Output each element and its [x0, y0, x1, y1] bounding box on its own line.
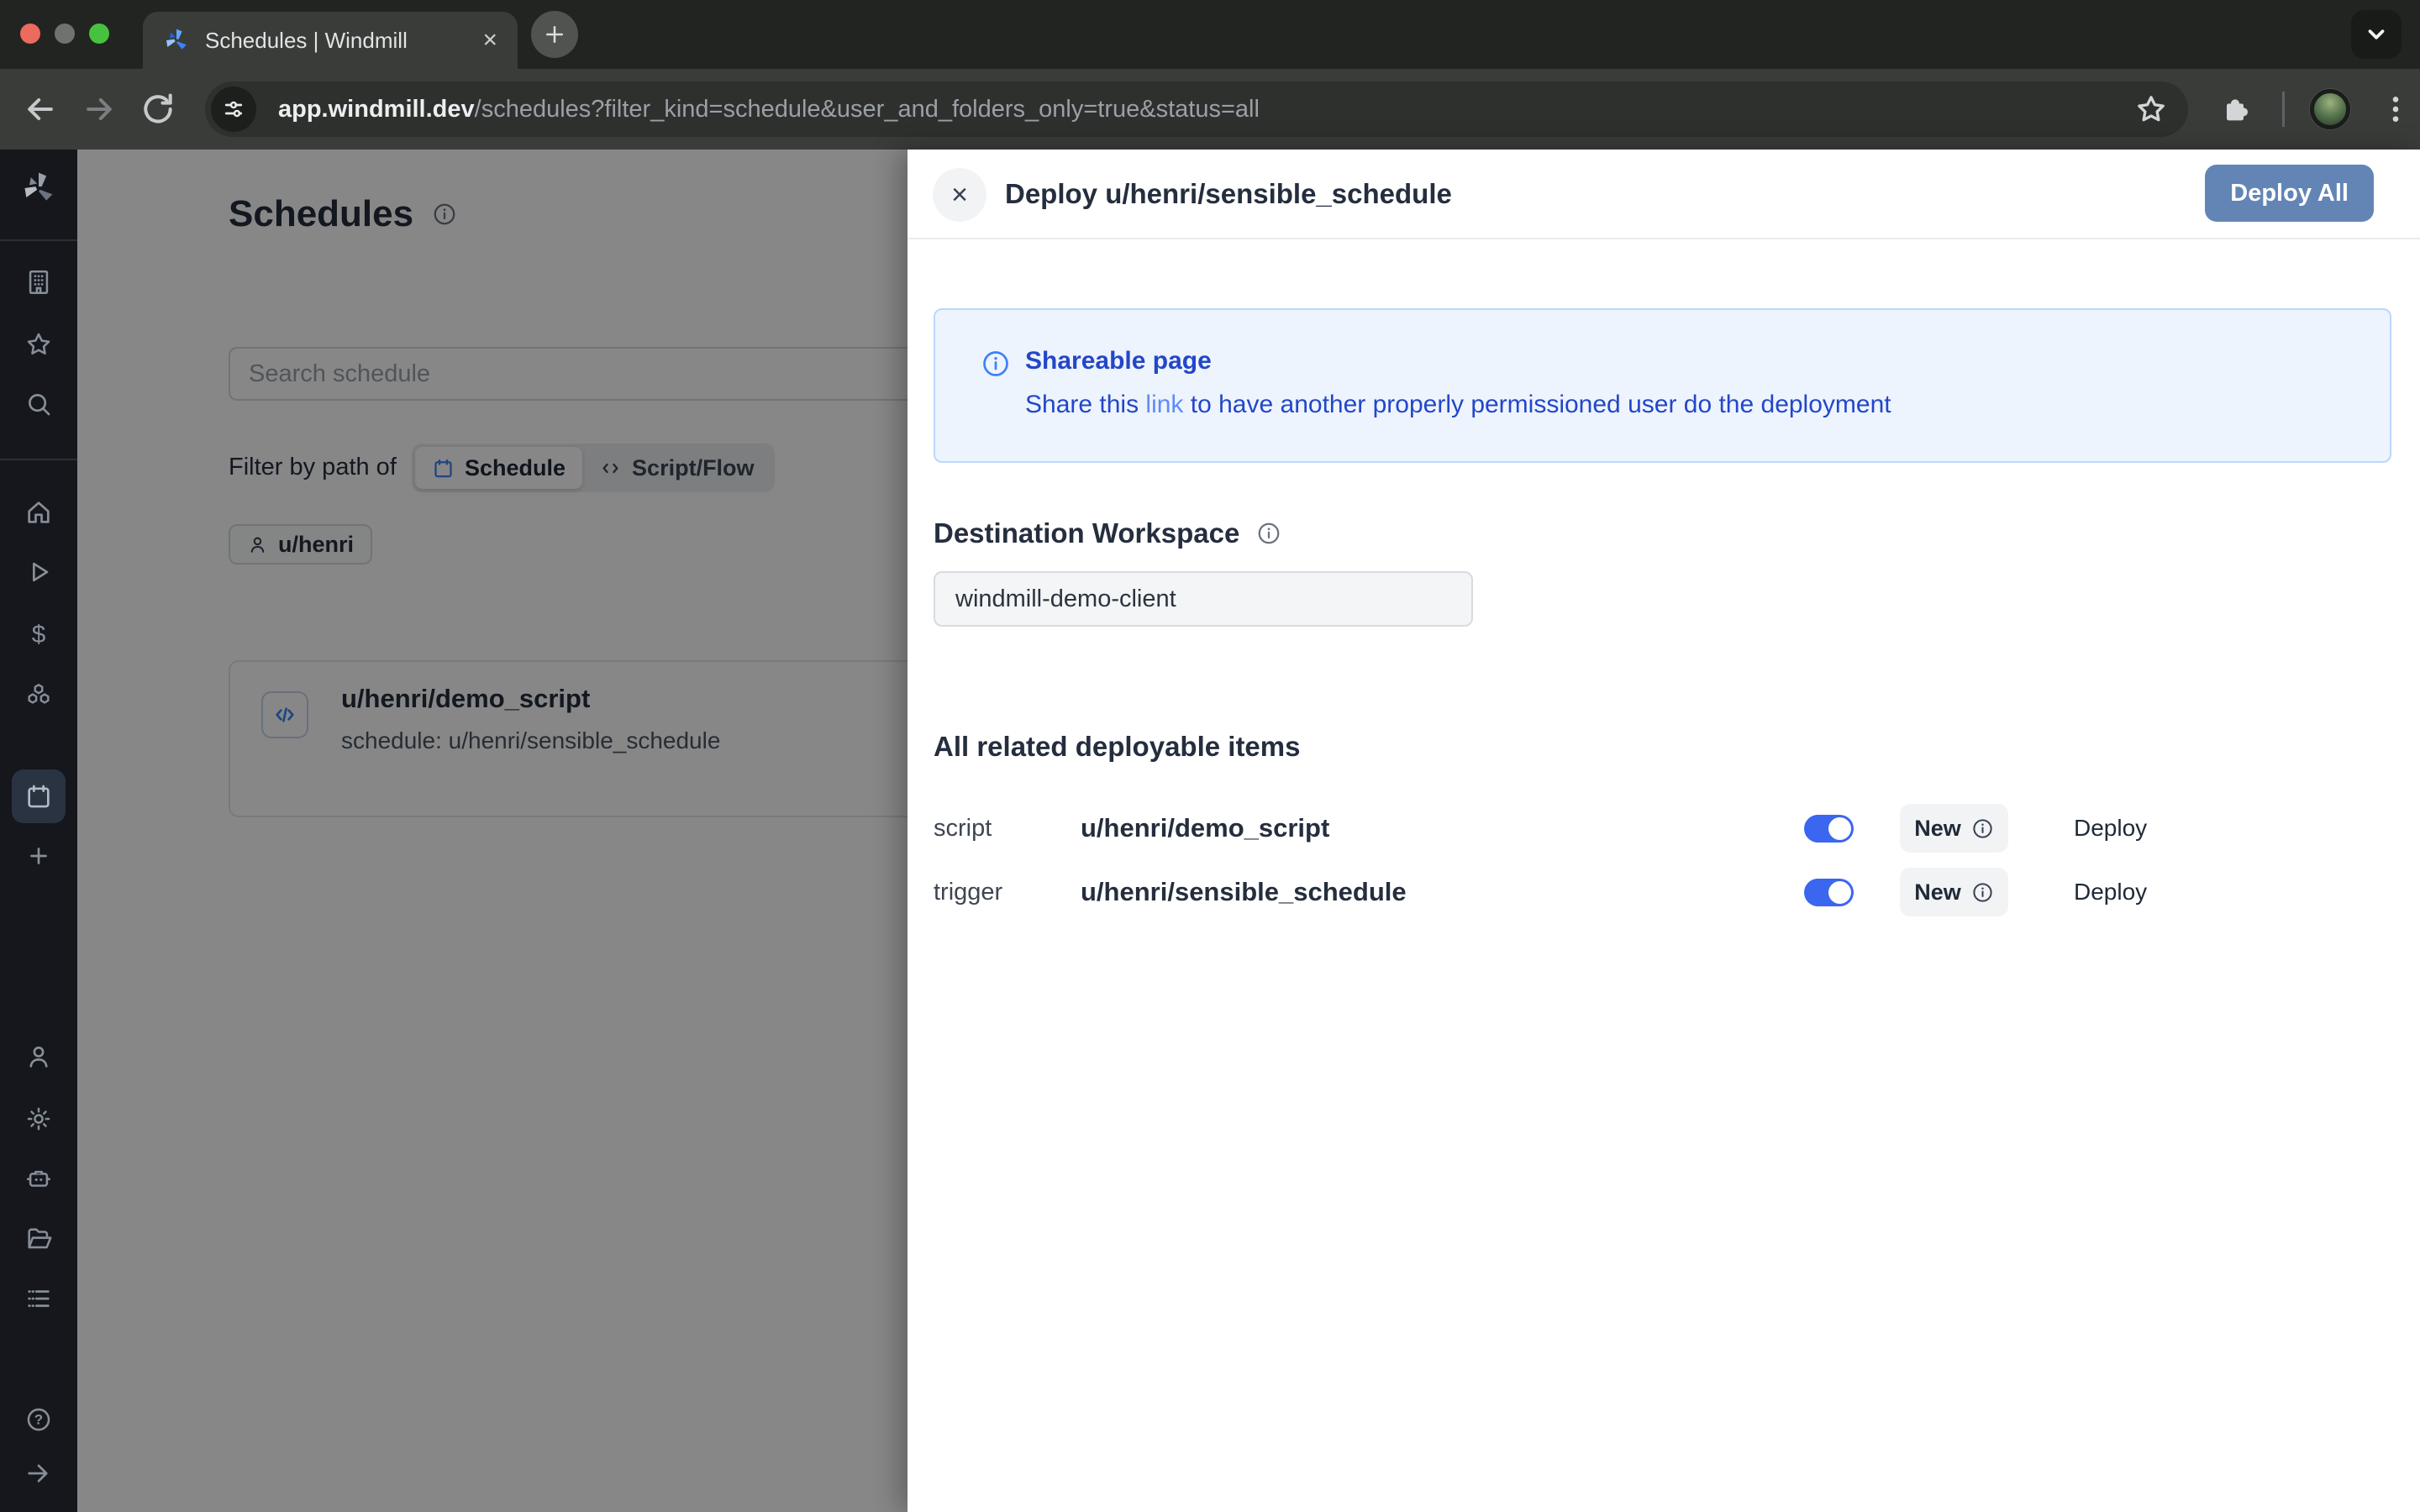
item-status-badge: New: [1900, 804, 2008, 853]
traffic-light-minimize[interactable]: [55, 24, 75, 44]
url-bar[interactable]: app.windmill.dev/schedules?filter_kind=s…: [205, 81, 2188, 137]
infobox-text: to have another properly permissioned us…: [1183, 391, 1891, 418]
sidebar-item-resources-cubes-icon[interactable]: [24, 681, 53, 710]
drawer-header: × Deploy u/henri/sensible_schedule Deplo…: [908, 150, 2420, 239]
info-icon: [981, 349, 1011, 379]
sidebar-item-workers-robot-icon[interactable]: [24, 1164, 53, 1193]
forward-icon[interactable]: [81, 91, 118, 128]
windmill-logo-icon[interactable]: [20, 170, 57, 207]
item-enabled-toggle[interactable]: [1804, 879, 1854, 906]
sidebar-item-variables-dollar-icon[interactable]: $: [24, 620, 53, 648]
sidebar-item-add-plus-icon[interactable]: [24, 842, 53, 870]
drawer-close-button[interactable]: ×: [933, 168, 986, 222]
deploy-drawer: × Deploy u/henri/sensible_schedule Deplo…: [908, 150, 2420, 1512]
windmill-app: $: [0, 150, 2420, 1512]
infobox-title: Shareable page: [1025, 347, 1212, 375]
sidebar-item-home-icon[interactable]: [24, 498, 53, 527]
item-status-badge: New: [1900, 868, 2008, 916]
sidebar-divider: [0, 459, 77, 460]
sidebar-item-help-icon[interactable]: ?: [24, 1405, 53, 1434]
status-text: New: [1914, 879, 1961, 906]
traffic-light-close[interactable]: [20, 24, 40, 44]
drawer-title: Deploy u/henri/sensible_schedule: [1005, 150, 1452, 238]
sidebar-item-schedules-active[interactable]: [12, 769, 66, 823]
site-settings-icon[interactable]: [211, 87, 256, 132]
sidebar-item-folders-icon[interactable]: [24, 1225, 53, 1253]
sidebar-item-user-icon[interactable]: [24, 1042, 53, 1071]
destination-workspace-input[interactable]: [934, 571, 1473, 627]
browser-toolbar: app.windmill.dev/schedules?filter_kind=s…: [0, 69, 2420, 150]
profile-avatar[interactable]: [2310, 89, 2350, 129]
tab-close-icon[interactable]: ×: [482, 28, 497, 53]
close-icon: ×: [951, 179, 968, 212]
windmill-favicon: [163, 27, 190, 54]
browser-tab-strip: Schedules | Windmill ×: [0, 0, 2420, 69]
sidebar-item-workspace-building-icon[interactable]: [24, 268, 53, 297]
info-icon[interactable]: [1971, 817, 1994, 840]
destination-workspace-heading: Destination Workspace: [934, 517, 1239, 549]
deployable-item-row: trigger u/henri/sensible_schedule New De…: [934, 860, 2420, 924]
share-link[interactable]: link: [1145, 391, 1183, 418]
back-icon[interactable]: [22, 91, 59, 128]
new-tab-button[interactable]: [531, 11, 578, 58]
toggle-knob: [1828, 881, 1851, 904]
traffic-light-zoom[interactable]: [89, 24, 109, 44]
deployable-items-heading: All related deployable items: [934, 731, 1300, 763]
tab-search-button[interactable]: [2351, 10, 2402, 59]
info-icon[interactable]: [1971, 881, 1994, 904]
sidebar-item-audit-logs-icon[interactable]: [24, 1284, 53, 1313]
item-deploy-link[interactable]: Deploy: [2074, 879, 2147, 906]
sidebar: $: [0, 150, 77, 1512]
item-enabled-toggle[interactable]: [1804, 815, 1854, 843]
infobox-text: Share this: [1025, 391, 1145, 418]
extensions-puzzle-icon[interactable]: [2218, 92, 2252, 126]
toggle-knob: [1828, 817, 1851, 840]
sidebar-divider: [0, 239, 77, 241]
url-path: /schedules?filter_kind=schedule&user_and…: [475, 96, 1260, 123]
item-path: u/henri/demo_script: [1081, 813, 1804, 843]
screen: Schedules | Windmill ×: [0, 0, 2420, 1512]
svg-text:?: ?: [34, 1412, 43, 1428]
toolbar-right: [2218, 89, 2420, 129]
bookmark-star-icon[interactable]: [2134, 92, 2168, 126]
url-domain: app.windmill.dev: [278, 96, 475, 123]
url-text[interactable]: app.windmill.dev/schedules?filter_kind=s…: [278, 96, 2134, 123]
calendar-icon: [24, 782, 53, 811]
item-path: u/henri/sensible_schedule: [1081, 877, 1804, 907]
browser-menu-icon[interactable]: [2379, 92, 2412, 126]
deployable-items-heading-text: All related deployable items: [934, 731, 1300, 763]
infobox-body: Share this link to have another properly…: [1025, 391, 1891, 419]
reload-icon[interactable]: [139, 91, 176, 128]
deployable-item-row: script u/henri/demo_script New Deploy: [934, 796, 2420, 860]
deploy-all-button[interactable]: Deploy All: [2205, 165, 2374, 222]
sidebar-item-settings-gear-icon[interactable]: [24, 1105, 53, 1133]
tab-title: Schedules | Windmill: [205, 28, 482, 54]
plus-icon: [542, 22, 567, 47]
chevron-down-icon: [2364, 22, 2389, 47]
item-kind: trigger: [934, 879, 1081, 906]
info-icon[interactable]: [1256, 521, 1281, 546]
item-deploy-link[interactable]: Deploy: [2074, 815, 2147, 842]
item-kind: script: [934, 815, 1081, 843]
sidebar-item-favorites-star-icon[interactable]: [24, 330, 53, 359]
sidebar-expand-arrow-icon[interactable]: [24, 1459, 53, 1488]
sidebar-item-search-icon[interactable]: [24, 390, 53, 418]
browser-tab[interactable]: Schedules | Windmill ×: [143, 12, 518, 69]
sidebar-item-runs-play-icon[interactable]: [24, 558, 53, 586]
status-text: New: [1914, 816, 1961, 842]
shareable-page-infobox: Shareable page Share this link to have a…: [934, 308, 2391, 463]
svg-text:$: $: [32, 621, 46, 648]
toolbar-separator: [2282, 92, 2285, 127]
destination-workspace-heading-row: Destination Workspace: [934, 517, 1281, 549]
